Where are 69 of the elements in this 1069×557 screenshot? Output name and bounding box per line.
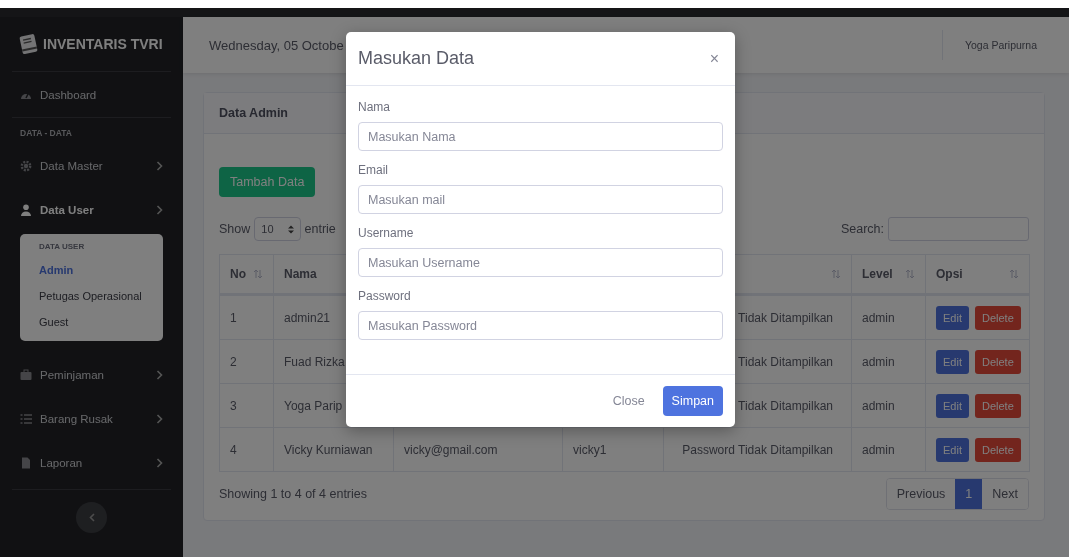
edit-button[interactable]: Edit — [936, 349, 969, 374]
table-info: Showing 1 to 4 of 4 entries — [219, 487, 367, 501]
table-cell: admin — [851, 383, 926, 428]
modal-title: Masukan Data — [358, 48, 476, 69]
section-heading: DATA - DATA — [19, 127, 73, 140]
table-cell: admin — [851, 339, 926, 384]
date-text: Wednesday, 05 Octobe — [209, 37, 345, 53]
input-field[interactable]: Masukan mail — [358, 185, 723, 214]
sidebar-item[interactable]: Dashboard — [12, 72, 171, 118]
submenu-heading: DATA USER — [38, 242, 86, 253]
chevron-right-icon — [156, 458, 163, 468]
settings-icon — [20, 160, 32, 172]
close-button[interactable]: × — [705, 49, 723, 68]
delete-button[interactable]: Delete — [974, 349, 1021, 374]
submenu-item[interactable]: Admin — [20, 257, 163, 283]
sort-icon — [905, 269, 915, 279]
sidebar-item[interactable]: Laporan — [12, 441, 171, 485]
delete-button[interactable]: Delete — [974, 393, 1021, 418]
show-label: Show — [219, 222, 251, 236]
brand-name: INVENTARIS TVRI — [43, 36, 163, 52]
sidebar-item[interactable]: Peminjaman — [12, 353, 171, 397]
column-header[interactable]: No — [219, 254, 274, 295]
sidebar-item[interactable]: Barang Rusak — [12, 397, 171, 441]
edit-button[interactable]: Edit — [936, 437, 969, 462]
field-label: Email — [358, 163, 389, 177]
user-icon — [20, 204, 32, 216]
card-title: Data Admin — [219, 106, 288, 120]
table-cell: admin — [851, 427, 926, 472]
field-label: Nama — [358, 100, 391, 114]
sort-icon — [831, 269, 841, 279]
edit-button[interactable]: Edit — [936, 393, 969, 418]
user-name[interactable]: Yoga Paripurna — [943, 39, 1069, 51]
input-field[interactable]: Masukan Nama — [358, 122, 723, 151]
submenu-item[interactable]: Guest — [20, 309, 163, 335]
table-cell: 3 — [219, 383, 274, 428]
sidebar-toggle-button[interactable] — [76, 502, 107, 533]
page-size-select[interactable]: 10 — [254, 217, 301, 241]
file-icon — [20, 457, 32, 469]
save-button[interactable]: Simpan — [662, 386, 723, 416]
delete-button[interactable]: Delete — [974, 305, 1021, 330]
sidebar-item[interactable]: Data Master — [12, 144, 171, 188]
search-label: Search: — [840, 222, 884, 236]
column-header[interactable]: Level — [851, 254, 926, 295]
delete-button[interactable]: Delete — [974, 437, 1021, 462]
edit-button[interactable]: Edit — [936, 305, 969, 330]
briefcase-icon — [20, 369, 32, 381]
table-cell: 4 — [219, 427, 274, 472]
sidebar-item[interactable]: Data User — [12, 188, 171, 232]
input-field[interactable]: Masukan Password — [358, 311, 723, 340]
book-icon — [19, 33, 39, 55]
entries-label: entrie — [304, 222, 336, 236]
column-header[interactable]: Opsi — [925, 254, 1030, 295]
table-cell: 1 — [219, 294, 274, 340]
list-icon — [20, 413, 32, 425]
submenu-item[interactable]: Petugas Operasional — [20, 283, 163, 309]
chevron-left-icon — [88, 513, 95, 522]
sort-icon — [1009, 269, 1019, 279]
add-data-button[interactable]: Tambah Data — [219, 167, 316, 197]
sort-caret-icon — [287, 224, 294, 234]
chevron-right-icon — [156, 205, 163, 215]
chevron-right-icon — [156, 414, 163, 424]
chevron-right-icon — [156, 161, 163, 171]
chevron-right-icon — [156, 370, 163, 380]
page-button[interactable]: 1 — [955, 479, 983, 509]
input-field[interactable]: Masukan Username — [358, 248, 723, 277]
field-label: Username — [358, 226, 415, 240]
table-cell: admin — [851, 294, 926, 340]
table-cell: 2 — [219, 339, 274, 384]
sort-icon — [253, 269, 263, 279]
